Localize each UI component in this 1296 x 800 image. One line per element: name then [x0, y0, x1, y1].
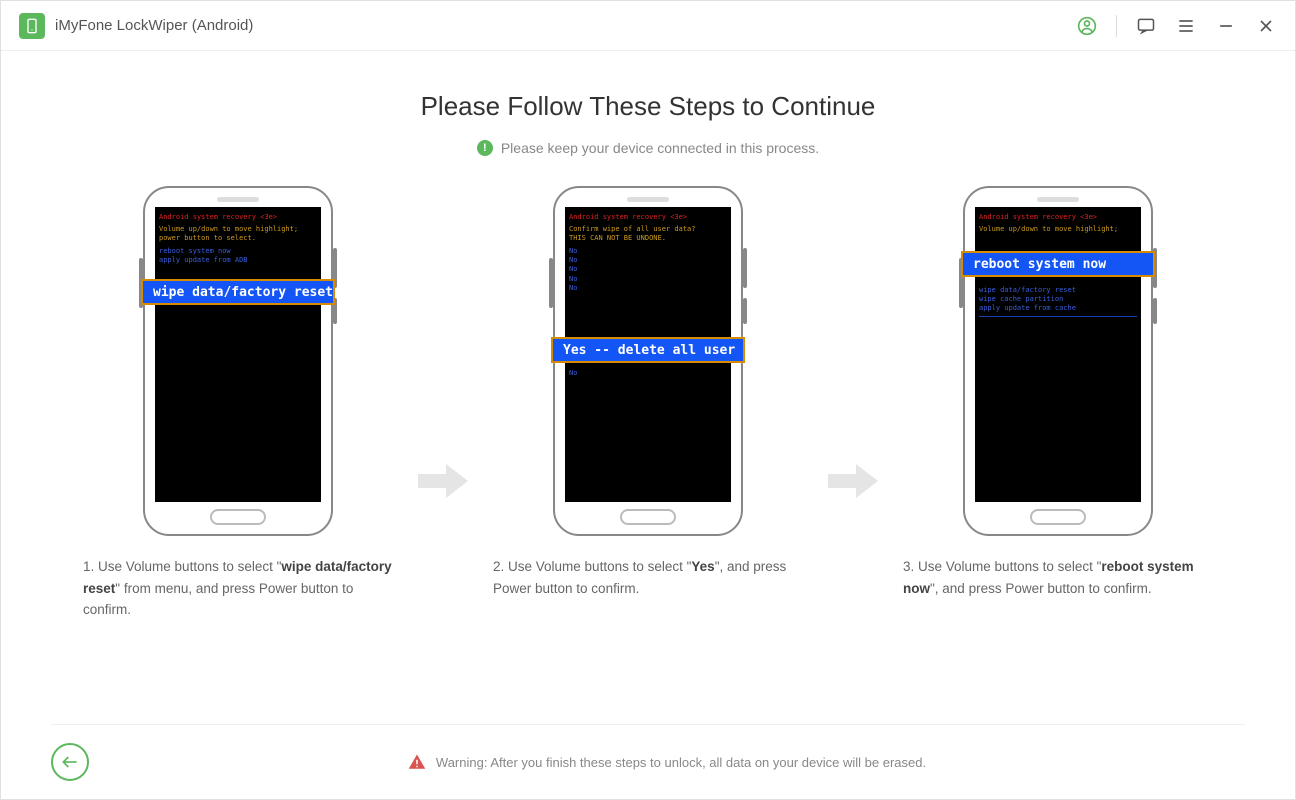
recovery-hint: Volume up/down to move highlight; power …: [159, 225, 317, 243]
phone-screen: Android system recovery <3e> Volume up/d…: [975, 207, 1141, 502]
recovery-hint: Confirm wipe of all user data? THIS CAN …: [569, 225, 727, 243]
titlebar: iMyFone LockWiper (Android): [1, 1, 1295, 51]
back-button[interactable]: [51, 743, 89, 781]
recovery-hint: Volume up/down to move highlight;: [979, 225, 1137, 234]
page-title: Please Follow These Steps to Continue: [421, 91, 876, 122]
info-icon: !: [477, 140, 493, 156]
arrow-icon: [413, 461, 473, 501]
home-button-icon: [1030, 509, 1086, 525]
warning-message: Warning: After you finish these steps to…: [89, 753, 1245, 771]
home-button-icon: [210, 509, 266, 525]
steps-row: Android system recovery <3e> Volume up/d…: [51, 186, 1245, 621]
warning-text: Warning: After you finish these steps to…: [436, 755, 926, 770]
close-button[interactable]: [1255, 15, 1277, 37]
step-1-text: 1. Use Volume buttons to select "wipe da…: [83, 556, 393, 621]
warning-icon: [408, 753, 426, 771]
recovery-menu: wipe data/factory reset wipe cache parti…: [979, 286, 1137, 317]
content-area: Please Follow These Steps to Continue ! …: [1, 51, 1295, 799]
phone-illustration: Android system recovery <3e> Confirm wip…: [553, 186, 743, 536]
minimize-button[interactable]: [1215, 15, 1237, 37]
recovery-header: Android system recovery <3e>: [979, 213, 1137, 222]
step-1: Android system recovery <3e> Volume up/d…: [83, 186, 393, 621]
arrow-icon: [823, 461, 883, 501]
footer: Warning: After you finish these steps to…: [51, 724, 1245, 799]
recovery-menu: No No No No No: [569, 247, 727, 292]
phone-screen: Android system recovery <3e> Confirm wip…: [565, 207, 731, 502]
account-icon[interactable]: [1076, 15, 1098, 37]
phone-illustration: Android system recovery <3e> Volume up/d…: [143, 186, 333, 536]
feedback-icon[interactable]: [1135, 15, 1157, 37]
menu-icon[interactable]: [1175, 15, 1197, 37]
divider: [1116, 15, 1117, 37]
highlight-yes-delete: Yes -- delete all user: [551, 337, 745, 363]
app-title: iMyFone LockWiper (Android): [55, 17, 253, 34]
step-3-text: 3. Use Volume buttons to select "reboot …: [903, 556, 1213, 599]
recovery-header: Android system recovery <3e>: [159, 213, 317, 222]
home-button-icon: [620, 509, 676, 525]
highlight-reboot-now: reboot system now: [961, 251, 1155, 277]
step-2: Android system recovery <3e> Confirm wip…: [493, 186, 803, 599]
phone-illustration: Android system recovery <3e> Volume up/d…: [963, 186, 1153, 536]
phone-screen: Android system recovery <3e> Volume up/d…: [155, 207, 321, 502]
subtitle-text: Please keep your device connected in thi…: [501, 140, 819, 156]
titlebar-controls: [1076, 15, 1277, 37]
recovery-header: Android system recovery <3e>: [569, 213, 727, 222]
app-window: iMyFone LockWiper (Android) Please Follo…: [0, 0, 1296, 800]
page-subtitle: ! Please keep your device connected in t…: [477, 140, 819, 156]
app-logo-icon: [19, 13, 45, 39]
step-2-text: 2. Use Volume buttons to select "Yes", a…: [493, 556, 803, 599]
recovery-menu: reboot system now apply update from ADB: [159, 247, 317, 265]
highlight-wipe-data: wipe data/factory reset: [141, 279, 335, 305]
step-3: Android system recovery <3e> Volume up/d…: [903, 186, 1213, 599]
